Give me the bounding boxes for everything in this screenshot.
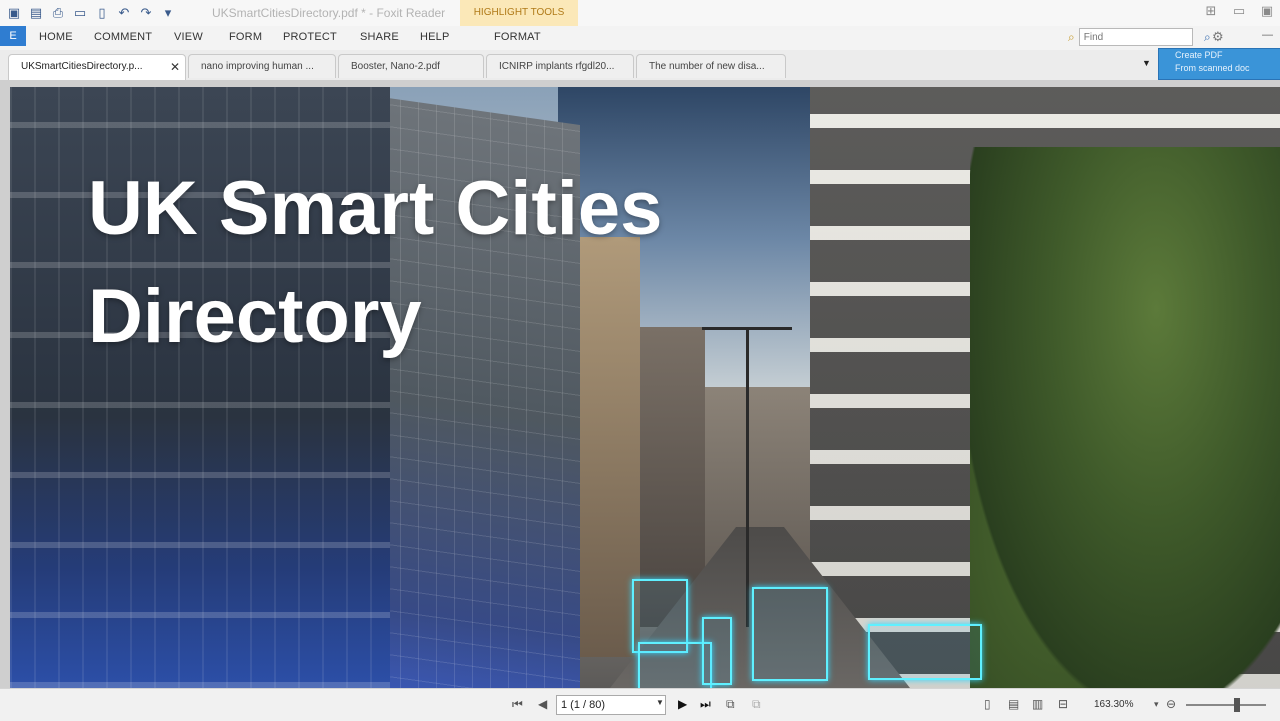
first-page-icon[interactable]: ⏮ [512,697,523,712]
popup-line1: Create PDF [1175,50,1223,60]
zoom-level[interactable]: 163.30% [1094,699,1133,710]
detection-box [638,642,712,688]
find-input[interactable] [1078,28,1193,46]
print-icon[interactable]: ⎙ [50,5,66,21]
menu-comment[interactable]: COMMENT [94,31,152,43]
close-window-icon[interactable]: ▣ [1260,3,1274,18]
detection-box [702,617,732,685]
next-view-icon[interactable]: ⧉ [752,697,761,712]
highlight-tools-tab[interactable]: HIGHLIGHT TOOLS [460,0,578,28]
tab-booster-nano[interactable]: Booster, Nano-2.pdf [338,54,484,78]
create-pdf-popup[interactable]: Create PDF From scanned doc [1158,48,1280,80]
zoom-slider-thumb[interactable] [1234,698,1240,712]
tab-uksmartcities[interactable]: UKSmartCitiesDirectory.p... ✕ [8,54,186,80]
collapse-ribbon-icon[interactable]: — [1262,29,1273,41]
cover-title: UK Smart Cities Directory [88,155,662,371]
previous-page-icon[interactable]: ◀ [538,697,547,711]
facing-page-icon[interactable]: ▥ [1032,697,1043,711]
continuous-facing-icon[interactable]: ⊟ [1058,697,1068,711]
title-bar: ▣ ▤ ⎙ ▭ ▯ ↶ ↷ ▾ UKSmartCitiesDirectory.p… [0,0,1280,28]
app-icon[interactable]: ▣ [6,5,22,21]
undo-icon[interactable]: ↶ [116,5,132,21]
page-number-input[interactable]: 1 (1 / 80) [556,695,666,715]
last-page-icon[interactable]: ⏭ [700,697,711,712]
menu-share[interactable]: SHARE [360,31,399,43]
window-controls: ⊞ ▭ ▣ [1204,3,1274,18]
popup-line2: From scanned doc [1175,63,1250,73]
tab-icnirp[interactable]: ICNIRP implants rfgdl20... [486,54,634,78]
new-icon[interactable]: ▯ [94,5,110,21]
menu-home[interactable]: HOME [39,31,73,43]
save-icon[interactable]: ▤ [28,5,44,21]
previous-view-icon[interactable]: ⧉ [726,697,735,712]
single-page-icon[interactable]: ▯ [984,697,991,711]
redo-icon[interactable]: ↷ [138,5,154,21]
menu-form[interactable]: FORM [229,31,262,43]
cover-title-line2: Directory [88,274,422,359]
gear-icon[interactable]: ⚙ [1212,29,1224,45]
scan-icon[interactable]: ▭ [72,5,88,21]
window-title: UKSmartCitiesDirectory.pdf * - Foxit Rea… [212,6,446,20]
menu-help[interactable]: HELP [420,31,450,43]
detection-box [752,587,828,681]
cover-title-line1: UK Smart Cities [88,166,663,251]
tab-nano-improving[interactable]: nano improving human ... [188,54,336,78]
continuous-page-icon[interactable]: ▤ [1008,697,1019,711]
next-page-icon[interactable]: ▶ [678,697,687,711]
detection-box [868,624,982,680]
file-tab[interactable]: E [0,26,26,46]
tab-label: UKSmartCitiesDirectory.p... [21,61,143,72]
tab-number-of-new[interactable]: The number of new disa... [636,54,786,78]
menu-format[interactable]: FORMAT [494,31,541,43]
search-icon[interactable]: ⌕ [1204,30,1211,45]
minimize-icon[interactable]: ▭ [1232,3,1246,18]
tab-label: ICNIRP implants rfgdl20... [499,61,615,72]
document-tabs: UKSmartCitiesDirectory.p... ✕ nano impro… [0,50,1280,81]
tabs-dropdown-icon[interactable]: ▼ [1142,58,1151,68]
ribbon-menu: E HOME COMMENT VIEW FORM PROTECT SHARE H… [0,26,1280,50]
close-tab-icon[interactable]: ✕ [170,55,180,79]
tab-label: Booster, Nano-2.pdf [351,61,440,72]
pdf-page: UK Smart Cities Directory [10,87,1280,688]
cover-trees [970,147,1280,688]
zoom-slider-track[interactable] [1186,704,1266,706]
tab-label: nano improving human ... [201,61,314,72]
find-folder-icon[interactable]: ⌕ [1068,30,1075,45]
document-viewport[interactable]: UK Smart Cities Directory [0,81,1280,688]
street-lamp [746,327,749,627]
restore-layout-icon[interactable]: ⊞ [1204,3,1218,18]
zoom-dropdown-icon[interactable]: ▾ [1154,699,1159,710]
find-box: ⌕ ⌕ [1068,28,1211,46]
customize-icon[interactable]: ▾ [160,5,176,21]
status-bar: ⏮ ◀ 1 (1 / 80) ▼ ▶ ⏭ ⧉ ⧉ ▯ ▤ ▥ ⊟ 163.30%… [0,688,1280,721]
menu-view[interactable]: VIEW [174,31,203,43]
tab-label: The number of new disa... [649,61,765,72]
quick-access-toolbar: ▣ ▤ ⎙ ▭ ▯ ↶ ↷ ▾ [6,4,176,22]
page-dropdown-icon[interactable]: ▼ [656,698,664,707]
zoom-out-icon[interactable]: ⊖ [1166,697,1176,711]
menu-protect[interactable]: PROTECT [283,31,337,43]
